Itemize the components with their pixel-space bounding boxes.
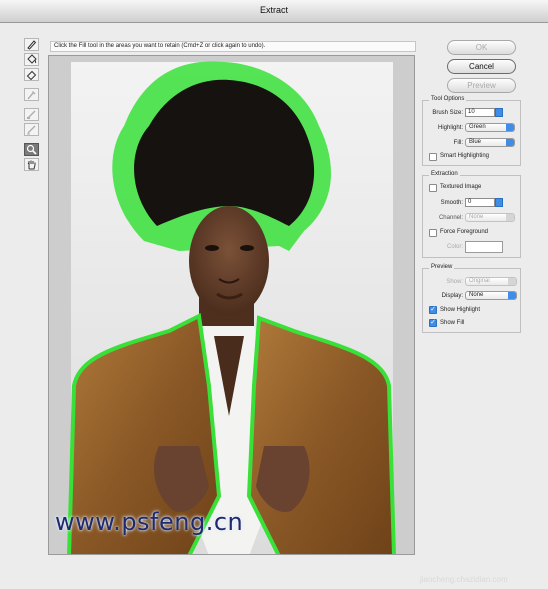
brush-size-label: Brush Size:	[432, 110, 463, 116]
extraction-group: Extraction Textured Image Smooth: 0 Chan…	[422, 171, 521, 258]
tool-options-caption: Tool Options	[429, 96, 467, 102]
show-fill-checkbox[interactable]: ✓	[429, 319, 437, 327]
show-select[interactable]: Original	[465, 277, 517, 286]
fill-label: Fill:	[453, 140, 463, 146]
force-foreground-label: Force Foreground	[440, 229, 489, 235]
fill-value: Blue	[469, 139, 482, 145]
instruction-text: Click the Fill tool in the areas you wan…	[50, 41, 416, 52]
display-label: Display:	[441, 293, 463, 299]
channel-value: None	[469, 214, 484, 220]
display-select[interactable]: None	[465, 291, 517, 300]
image-preview[interactable]	[48, 55, 415, 555]
extraction-caption: Extraction	[429, 171, 460, 177]
extract-dialog: Extract Click the Fill tool in the areas…	[0, 0, 548, 589]
chevron-down-icon	[506, 124, 514, 131]
chevron-down-icon	[506, 139, 514, 146]
channel-select[interactable]: None	[465, 213, 515, 222]
channel-label: Channel:	[438, 215, 463, 221]
portrait-photo	[49, 56, 414, 554]
smooth-stepper[interactable]	[495, 198, 503, 207]
show-highlight-label: Show Highlight	[440, 307, 481, 313]
eraser-icon[interactable]	[24, 68, 39, 81]
edge-touchup-icon[interactable]	[24, 123, 39, 136]
zoom-icon[interactable]	[24, 143, 39, 156]
fill-select[interactable]: Blue	[465, 138, 515, 147]
smart-highlighting-label: Smart Highlighting	[440, 153, 490, 159]
eyedropper-icon[interactable]	[24, 88, 39, 101]
ok-button[interactable]: OK	[447, 40, 516, 55]
show-label: Show:	[446, 279, 463, 285]
chevron-down-icon	[508, 292, 516, 299]
cleanup-tool-icon[interactable]	[24, 108, 39, 121]
preview-button[interactable]: Preview	[447, 78, 516, 93]
preview-group: Preview Show: Original Display: None ✓ S…	[422, 264, 521, 333]
chevron-down-icon	[508, 278, 516, 285]
cancel-button[interactable]: Cancel	[447, 59, 516, 74]
tool-palette	[24, 38, 41, 173]
show-value: Original	[469, 278, 490, 284]
fill-bucket-icon[interactable]	[24, 53, 39, 66]
highlight-select[interactable]: Green	[465, 123, 515, 132]
hand-icon[interactable]	[24, 158, 39, 171]
watermark-corner-text: jiaocheng.chazidian.com	[420, 575, 508, 584]
title-bar: Extract	[0, 0, 548, 23]
highlight-value: Green	[469, 124, 486, 130]
watermark-text: www.psfeng.cn	[55, 508, 244, 536]
force-foreground-checkbox[interactable]	[429, 229, 437, 237]
tool-options-group: Tool Options Brush Size: 10 Highlight: G…	[422, 96, 521, 166]
show-fill-label: Show Fill	[440, 320, 465, 326]
smooth-input[interactable]: 0	[465, 198, 495, 207]
highlight-label: Highlight:	[437, 125, 463, 131]
brush-size-stepper[interactable]	[495, 108, 503, 117]
smart-highlighting-checkbox[interactable]	[429, 153, 437, 161]
smooth-label: Smooth:	[440, 200, 463, 206]
display-value: None	[469, 292, 484, 298]
window-title: Extract	[259, 5, 288, 15]
color-label: Color:	[446, 244, 463, 250]
textured-image-label: Textured Image	[440, 184, 482, 190]
color-swatch[interactable]	[465, 241, 503, 253]
brush-size-input[interactable]: 10	[465, 108, 495, 117]
textured-image-checkbox[interactable]	[429, 184, 437, 192]
show-highlight-checkbox[interactable]: ✓	[429, 306, 437, 314]
edge-highlighter-icon[interactable]	[24, 38, 39, 51]
chevron-down-icon	[506, 214, 514, 221]
preview-caption: Preview	[429, 264, 455, 270]
